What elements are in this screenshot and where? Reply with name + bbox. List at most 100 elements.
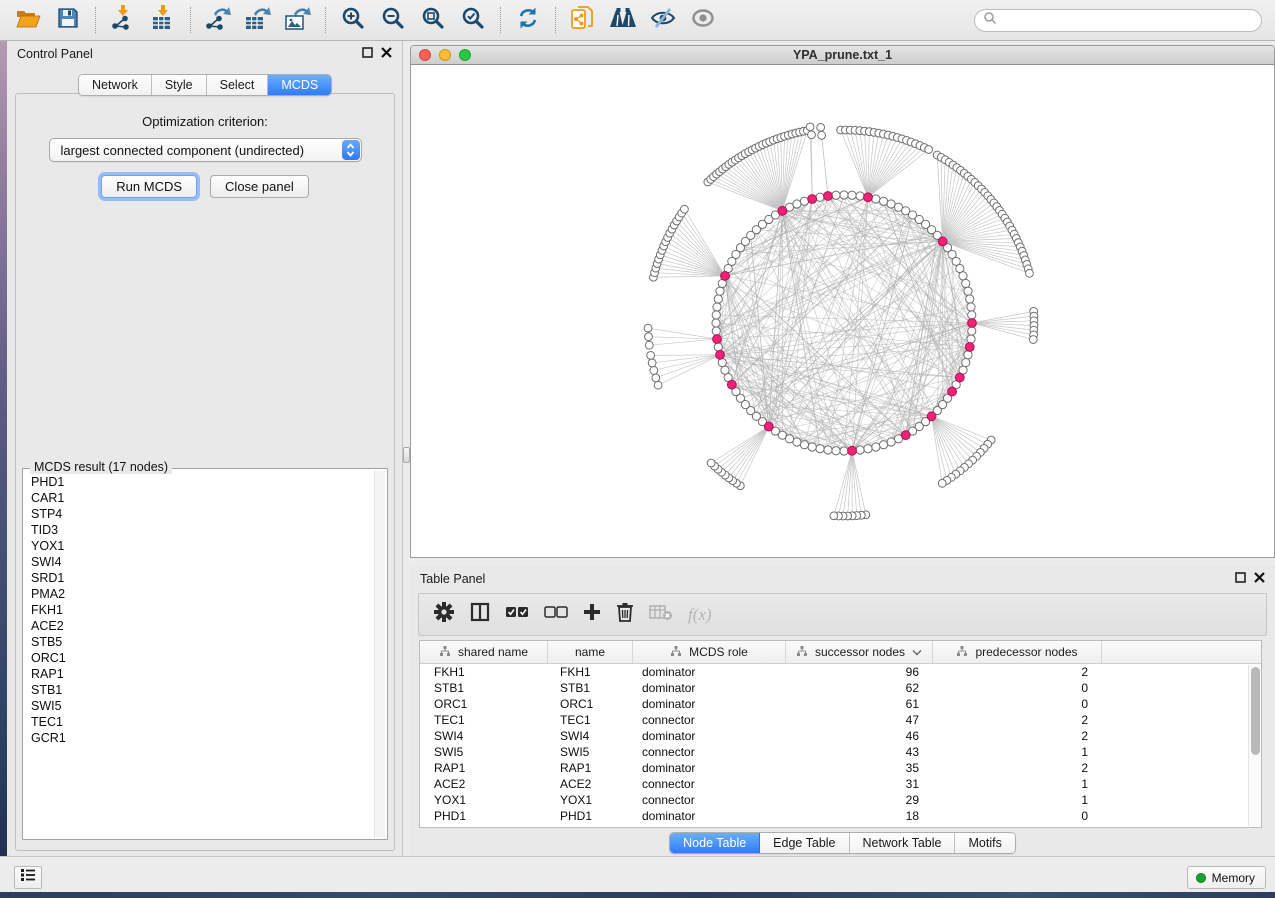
result-list-scrollbar[interactable] bbox=[374, 471, 385, 837]
mcds-result-item[interactable]: CAR1 bbox=[31, 490, 370, 506]
float-panel-icon[interactable] bbox=[362, 47, 373, 61]
cell-successor-nodes[interactable]: 47 bbox=[786, 713, 933, 727]
cell-predecessor-nodes[interactable]: 0 bbox=[933, 681, 1102, 695]
table-row[interactable]: RAP1 RAP1 dominator 35 2 bbox=[420, 760, 1261, 776]
zoom-in-button[interactable] bbox=[333, 3, 373, 37]
cell-successor-nodes[interactable]: 18 bbox=[786, 809, 933, 823]
cell-shared-name[interactable]: STB1 bbox=[420, 681, 548, 695]
cell-name[interactable]: SWI4 bbox=[548, 729, 633, 743]
tab-style[interactable]: Style bbox=[152, 75, 207, 95]
cell-shared-name[interactable]: FKH1 bbox=[420, 665, 548, 679]
cell-mcds-role[interactable]: dominator bbox=[633, 697, 786, 711]
table-scrollbar-thumb[interactable] bbox=[1251, 667, 1260, 755]
mcds-result-item[interactable]: ORC1 bbox=[31, 650, 370, 666]
cell-shared-name[interactable]: SWI5 bbox=[420, 745, 548, 759]
search-input[interactable] bbox=[997, 13, 1253, 27]
zoom-selected-button[interactable] bbox=[453, 3, 493, 37]
mcds-result-item[interactable]: STP4 bbox=[31, 506, 370, 522]
cell-successor-nodes[interactable]: 35 bbox=[786, 761, 933, 775]
open-file-button[interactable] bbox=[8, 3, 48, 37]
table-row[interactable]: FKH1 FKH1 dominator 96 2 bbox=[420, 664, 1261, 680]
hide-graphics-details-button[interactable] bbox=[643, 3, 683, 37]
mcds-result-item[interactable]: FKH1 bbox=[31, 602, 370, 618]
tab-node-table[interactable]: Node Table bbox=[670, 833, 760, 853]
mcds-result-item[interactable]: PMA2 bbox=[31, 586, 370, 602]
mcds-result-item[interactable]: TID3 bbox=[31, 522, 370, 538]
cell-name[interactable]: TEC1 bbox=[548, 713, 633, 727]
column-header-mcds-role[interactable]: MCDS role bbox=[633, 641, 786, 663]
cell-successor-nodes[interactable]: 61 bbox=[786, 697, 933, 711]
cell-predecessor-nodes[interactable]: 2 bbox=[933, 665, 1102, 679]
column-header-predecessor-nodes[interactable]: predecessor nodes bbox=[933, 641, 1102, 663]
cell-name[interactable]: PHD1 bbox=[548, 809, 633, 823]
mcds-result-item[interactable]: TEC1 bbox=[31, 714, 370, 730]
table-row[interactable]: TEC1 TEC1 connector 47 2 bbox=[420, 712, 1261, 728]
tab-edge-table[interactable]: Edge Table bbox=[760, 833, 849, 853]
cell-predecessor-nodes[interactable]: 0 bbox=[933, 697, 1102, 711]
cell-mcds-role[interactable]: connector bbox=[633, 713, 786, 727]
task-history-button[interactable] bbox=[14, 866, 42, 889]
cell-name[interactable]: RAP1 bbox=[548, 761, 633, 775]
tab-mcds[interactable]: MCDS bbox=[268, 75, 331, 95]
cell-successor-nodes[interactable]: 31 bbox=[786, 777, 933, 791]
close-panel-icon[interactable] bbox=[1254, 572, 1265, 586]
clone-network-button[interactable] bbox=[563, 3, 603, 37]
cell-name[interactable]: ORC1 bbox=[548, 697, 633, 711]
cell-successor-nodes[interactable]: 43 bbox=[786, 745, 933, 759]
column-header-shared-name[interactable]: shared name bbox=[420, 641, 548, 663]
mcds-result-item[interactable]: GCR1 bbox=[31, 730, 370, 746]
add-column-button[interactable] bbox=[583, 603, 601, 626]
cell-predecessor-nodes[interactable]: 0 bbox=[933, 809, 1102, 823]
deselect-all-button[interactable] bbox=[544, 605, 568, 624]
table-row[interactable]: ACE2 ACE2 connector 31 1 bbox=[420, 776, 1261, 792]
close-panel-icon[interactable] bbox=[381, 47, 392, 61]
cell-name[interactable]: FKH1 bbox=[548, 665, 633, 679]
import-table-button[interactable] bbox=[143, 3, 183, 37]
cell-shared-name[interactable]: SWI4 bbox=[420, 729, 548, 743]
delete-column-button[interactable] bbox=[616, 602, 634, 627]
mcds-result-item[interactable]: YOX1 bbox=[31, 538, 370, 554]
table-row[interactable]: ORC1 ORC1 dominator 61 0 bbox=[420, 696, 1261, 712]
network-graph[interactable] bbox=[411, 65, 1275, 558]
cell-mcds-role[interactable]: dominator bbox=[633, 681, 786, 695]
cell-successor-nodes[interactable]: 46 bbox=[786, 729, 933, 743]
table-settings-button[interactable] bbox=[433, 601, 455, 628]
cell-shared-name[interactable]: PHD1 bbox=[420, 809, 548, 823]
cell-shared-name[interactable]: RAP1 bbox=[420, 761, 548, 775]
cell-name[interactable]: STB1 bbox=[548, 681, 633, 695]
table-row[interactable]: SWI5 SWI5 connector 43 1 bbox=[420, 744, 1261, 760]
zoom-out-button[interactable] bbox=[373, 3, 413, 37]
cell-name[interactable]: YOX1 bbox=[548, 793, 633, 807]
table-row[interactable]: YOX1 YOX1 connector 29 1 bbox=[420, 792, 1261, 808]
cell-shared-name[interactable]: ORC1 bbox=[420, 697, 548, 711]
tab-motifs[interactable]: Motifs bbox=[955, 833, 1014, 853]
export-table-button[interactable] bbox=[238, 3, 278, 37]
cell-shared-name[interactable]: ACE2 bbox=[420, 777, 548, 791]
cell-mcds-role[interactable]: dominator bbox=[633, 729, 786, 743]
mcds-result-item[interactable]: PHD1 bbox=[31, 474, 370, 490]
cell-predecessor-nodes[interactable]: 2 bbox=[933, 713, 1102, 727]
float-panel-icon[interactable] bbox=[1235, 572, 1246, 586]
run-mcds-button[interactable]: Run MCDS bbox=[101, 175, 197, 198]
table-row[interactable]: STB1 STB1 dominator 62 0 bbox=[420, 680, 1261, 696]
network-window-titlebar[interactable]: YPA_prune.txt_1 bbox=[411, 46, 1274, 65]
tab-network[interactable]: Network bbox=[79, 75, 152, 95]
cell-predecessor-nodes[interactable]: 1 bbox=[933, 777, 1102, 791]
cell-shared-name[interactable]: TEC1 bbox=[420, 713, 548, 727]
show-graphics-details-button[interactable] bbox=[683, 3, 723, 37]
cell-predecessor-nodes[interactable]: 2 bbox=[933, 729, 1102, 743]
select-all-button[interactable] bbox=[505, 605, 529, 624]
mcds-result-item[interactable]: SRD1 bbox=[31, 570, 370, 586]
cell-successor-nodes[interactable]: 62 bbox=[786, 681, 933, 695]
column-header-name[interactable]: name bbox=[548, 641, 633, 663]
cell-mcds-role[interactable]: dominator bbox=[633, 665, 786, 679]
cell-predecessor-nodes[interactable]: 1 bbox=[933, 745, 1102, 759]
cell-successor-nodes[interactable]: 29 bbox=[786, 793, 933, 807]
tab-select[interactable]: Select bbox=[207, 75, 269, 95]
network-canvas[interactable] bbox=[411, 65, 1275, 558]
cell-name[interactable]: SWI5 bbox=[548, 745, 633, 759]
cell-predecessor-nodes[interactable]: 1 bbox=[933, 793, 1102, 807]
search-field[interactable] bbox=[974, 9, 1262, 32]
export-image-button[interactable] bbox=[278, 3, 318, 37]
mcds-result-item[interactable]: STB5 bbox=[31, 634, 370, 650]
